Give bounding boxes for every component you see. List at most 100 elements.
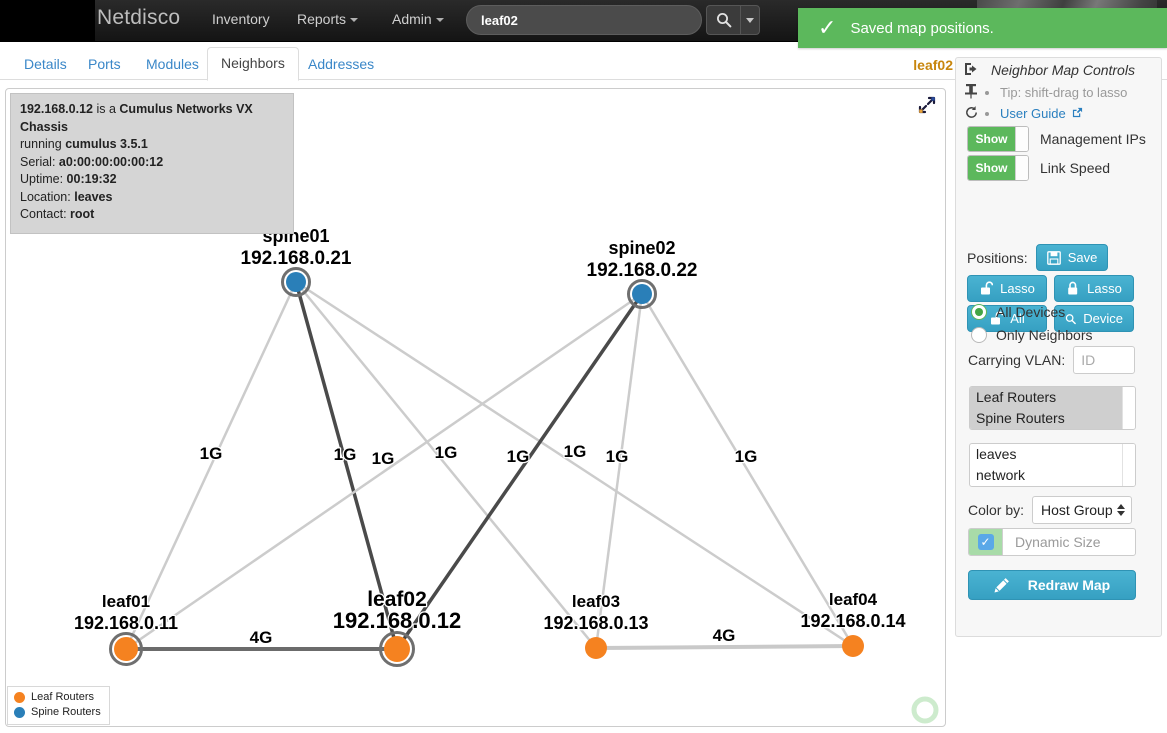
reset-icon[interactable] [961, 105, 981, 123]
search-button[interactable] [706, 5, 740, 35]
link-speed-toggle[interactable]: Show [967, 155, 1029, 181]
positions-row: Positions: Save [967, 244, 1108, 271]
dynamic-size-label: Dynamic Size [1003, 529, 1101, 555]
graph-node-leaf02[interactable] [384, 636, 410, 662]
save-positions-button[interactable]: Save [1036, 244, 1109, 271]
nav-item-inventory-label: Inventory [212, 11, 270, 27]
location-listbox[interactable]: leaves network [969, 443, 1136, 487]
link-speed-label: Link Speed [1040, 160, 1110, 176]
location-option-network[interactable]: network [970, 465, 1135, 486]
radio-all-devices[interactable]: All Devices [971, 304, 1065, 320]
device-info-line-model: 192.168.0.12 is a Cumulus Networks VX Ch… [20, 101, 284, 136]
legend-color-swatch [14, 692, 25, 703]
host-group-option-spine[interactable]: Spine Routers [970, 408, 1135, 429]
graph-node-leaf04[interactable] [842, 635, 864, 657]
tab-details-label: Details [24, 56, 67, 72]
flash-message: Saved map positions. [850, 20, 993, 37]
legend-item-leaf: Leaf Routers [14, 690, 101, 705]
tab-ports[interactable]: Ports [74, 48, 135, 82]
legend-label-spine: Spine Routers [31, 705, 101, 720]
graph-link[interactable] [296, 282, 596, 648]
graph-node-ip-label: 192.168.0.21 [241, 248, 352, 269]
graph-node-ip-label: 192.168.0.22 [587, 260, 698, 281]
management-ips-label: Management IPs [1040, 131, 1146, 147]
graph-node-name-label: leaf03 [572, 592, 620, 611]
color-by-label: Color by: [968, 502, 1024, 518]
radio-button-all-devices[interactable] [971, 304, 987, 320]
flash-notification[interactable]: ✓ Saved map positions. [798, 8, 1167, 48]
listbox-scrollbar[interactable] [1122, 387, 1135, 429]
user-guide-link[interactable]: User Guide [1000, 106, 1066, 121]
graph-link-speed-label: 1G [564, 442, 587, 461]
graph-link-speed-label: 1G [334, 445, 357, 464]
map-corner-marker [914, 699, 936, 721]
host-group-option-leaf[interactable]: Leaf Routers [970, 387, 1135, 408]
graph-node-leaf01[interactable] [114, 637, 138, 661]
graph-node-ip-label: 192.168.0.13 [543, 613, 648, 633]
device-info-running-label: running [20, 137, 65, 151]
pin-icon[interactable] [961, 83, 981, 102]
neighbor-map-panel: 192.168.0.12 is a Cumulus Networks VX Ch… [5, 88, 946, 727]
unlock-icon [979, 281, 993, 296]
tab-modules[interactable]: Modules [132, 48, 213, 82]
legend-color-swatch [14, 707, 25, 718]
redraw-map-button[interactable]: Redraw Map [968, 570, 1136, 600]
graph-node-leaf03[interactable] [585, 637, 607, 659]
unlock-lasso-button[interactable]: Lasso [967, 275, 1047, 302]
magnifier-icon [1065, 312, 1076, 326]
chevron-down-icon [350, 18, 358, 22]
map-legend: Leaf Routers Spine Routers [7, 686, 110, 725]
host-group-listbox[interactable]: Leaf Routers Spine Routers [969, 386, 1136, 430]
graph-node-ip-label: 192.168.0.11 [74, 613, 178, 633]
floppy-disk-icon [1047, 251, 1061, 265]
checkbox-checked-icon: ✓ [978, 534, 994, 550]
search-options-button[interactable] [740, 5, 760, 35]
radio-button-only-neighbors[interactable] [971, 327, 987, 343]
device-info-line-contact: Contact: root [20, 206, 284, 224]
graph-node-ip-label: 192.168.0.12 [333, 608, 461, 633]
tab-details[interactable]: Details [10, 48, 81, 82]
nav-item-reports-label: Reports [297, 11, 346, 27]
location-option-leaves[interactable]: leaves [970, 444, 1135, 465]
listbox-scrollbar[interactable] [1122, 444, 1135, 486]
graph-node-spine02[interactable] [632, 284, 652, 304]
search-input[interactable] [466, 5, 702, 35]
device-info-line-serial: Serial: a0:00:00:00:00:12 [20, 154, 284, 172]
dynamic-size-group[interactable]: ✓ Dynamic Size [968, 528, 1136, 556]
device-search-label: Device [1083, 311, 1123, 326]
lock-lasso-button[interactable]: Lasso [1054, 275, 1134, 302]
graph-link-speed-label: 1G [372, 449, 395, 468]
neighbor-map-controls-panel: Neighbor Map Controls Tip: shift-drag to… [955, 57, 1162, 637]
export-icon[interactable] [961, 61, 981, 80]
dynamic-size-checkbox-cell[interactable]: ✓ [969, 529, 1003, 555]
expand-icon[interactable] [917, 95, 937, 115]
management-ips-toggle-state: Show [968, 127, 1015, 151]
brand-logo[interactable]: Netdisco [97, 6, 180, 30]
graph-node-name-label: leaf01 [102, 592, 150, 611]
graph-link[interactable] [126, 282, 296, 649]
tip-lasso: Tip: shift-drag to lasso [1000, 82, 1127, 103]
management-ips-toggle[interactable]: Show [967, 126, 1029, 152]
radio-all-devices-label: All Devices [996, 304, 1065, 320]
device-info-location-value: leaves [74, 190, 112, 204]
graph-link[interactable] [642, 294, 853, 646]
device-info-serial-label: Serial: [20, 155, 59, 169]
device-info-line-uptime: Uptime: 00:19:32 [20, 171, 284, 189]
brand-backdrop [0, 0, 95, 41]
spinner-icon [1117, 504, 1125, 516]
nav-item-inventory[interactable]: Inventory [212, 11, 270, 27]
device-info-contact-value: root [70, 207, 94, 221]
tab-neighbors[interactable]: Neighbors [207, 47, 299, 81]
graph-link-speed-label: 4G [250, 628, 273, 647]
radio-only-neighbors[interactable]: Only Neighbors [971, 327, 1093, 343]
nav-item-reports[interactable]: Reports [297, 11, 358, 27]
graph-link[interactable] [596, 646, 853, 648]
tab-addresses[interactable]: Addresses [294, 48, 388, 82]
toggle-knob [1015, 127, 1028, 151]
carrying-vlan-input[interactable] [1073, 346, 1135, 374]
graph-node-spine01[interactable] [286, 272, 306, 292]
tip-user-guide[interactable]: User Guide [1000, 103, 1127, 124]
graph-nodes-layer [111, 269, 865, 666]
nav-item-admin[interactable]: Admin [392, 11, 444, 27]
color-by-select[interactable]: Host Group [1032, 496, 1132, 524]
